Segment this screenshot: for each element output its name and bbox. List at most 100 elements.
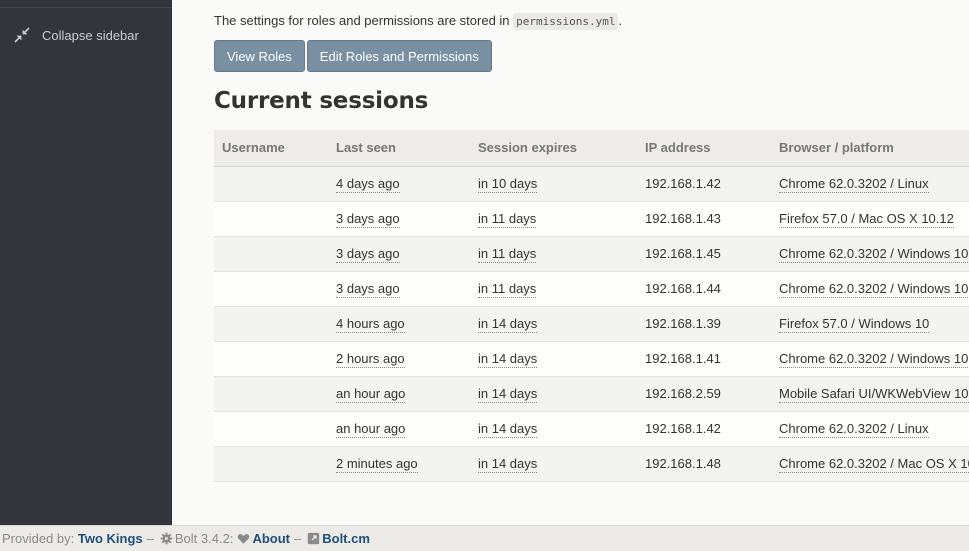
cell-last-seen-text[interactable]: 3 days ago [336, 281, 400, 298]
cell-session-expires: in 11 days [470, 201, 637, 237]
provider-link[interactable]: Two Kings [78, 531, 143, 546]
cell-last-seen-text[interactable]: an hour ago [336, 386, 406, 403]
cell-last-seen-text[interactable]: an hour ago [336, 421, 406, 438]
provided-by-label: Provided by: [2, 531, 75, 546]
heart-icon [237, 532, 250, 545]
cell-last-seen-text[interactable]: 3 days ago [336, 246, 400, 263]
sidebar-divider [0, 7, 172, 8]
column-header-session-expires: Session expires [470, 130, 637, 167]
cell-session-expires: in 14 days [470, 341, 637, 377]
bolt-version: Bolt 3.4.2 [174, 531, 230, 546]
cell-browser-platform: Chrome 62.0.3202 / Mac OS X 10 [771, 446, 969, 482]
sessions-table: Username Last seen Session expires IP addre… [214, 130, 969, 482]
cell-browser-platform: Mobile Safari UI/WKWebView 10 [771, 376, 969, 412]
cell-last-seen-text[interactable]: 2 minutes ago [336, 456, 418, 473]
cell-ip-address: 192.168.2.59 [637, 376, 771, 412]
gear-icon [160, 532, 173, 545]
external-link-icon [307, 532, 320, 545]
column-header-browser-platform: Browser / platform [771, 130, 969, 167]
version-colon: : [229, 531, 234, 546]
cell-session-expires-text[interactable]: in 11 days [478, 246, 537, 263]
cell-browser-platform-text[interactable]: Chrome 62.0.3202 / Windows 10 [779, 351, 969, 368]
footer-separator: – [146, 531, 154, 546]
cell-ip-address-text: 192.168.1.42 [645, 421, 721, 436]
compress-arrows-icon [0, 27, 42, 43]
cell-last-seen-text[interactable]: 4 hours ago [336, 316, 405, 333]
about-link[interactable]: About [252, 531, 290, 546]
cell-last-seen-text[interactable]: 3 days ago [336, 211, 400, 228]
table-row: 3 days ago in 11 days 192.168.1.44 Chrome 6… [214, 271, 969, 307]
cell-username [214, 166, 328, 202]
cell-session-expires-text[interactable]: in 14 days [478, 421, 538, 438]
footer: Provided by: Two Kings – Bolt 3.4.2: Abo… [0, 525, 969, 551]
cell-session-expires-text[interactable]: in 11 days [478, 281, 537, 298]
cell-last-seen-text[interactable]: 4 days ago [336, 176, 400, 193]
cell-last-seen: 4 hours ago [328, 306, 470, 342]
cell-username [214, 341, 328, 377]
cell-ip-address-text: 192.168.1.45 [645, 246, 721, 261]
table-row: 4 hours ago in 14 days 192.168.1.39 Firefox… [214, 306, 969, 342]
roles-buttons: View Roles Edit Roles and Permissions [214, 40, 492, 72]
cell-browser-platform: Firefox 57.0 / Windows 10 [771, 306, 969, 342]
table-row: 4 days ago in 10 days 192.168.1.42 Chrome 6… [214, 166, 969, 202]
cell-browser-platform-text[interactable]: Firefox 57.0 / Mac OS X 10.12 [779, 211, 954, 228]
cell-browser-platform: Chrome 62.0.3202 / Windows 10 [771, 341, 969, 377]
cell-browser-platform-text[interactable]: Firefox 57.0 / Windows 10 [779, 316, 930, 333]
cell-ip-address-text: 192.168.1.39 [645, 316, 721, 331]
cell-last-seen-text[interactable]: 2 hours ago [336, 351, 405, 368]
cell-session-expires: in 14 days [470, 306, 637, 342]
cell-username [214, 201, 328, 237]
main-content: The settings for roles and permissions a… [172, 0, 969, 525]
cell-browser-platform-text[interactable]: Chrome 62.0.3202 / Windows 10 [779, 246, 969, 263]
footer-separator-2: – [294, 531, 302, 546]
bolt-cm-link[interactable]: Bolt.cm [322, 531, 370, 546]
cell-ip-address-text: 192.168.1.42 [645, 176, 721, 191]
cell-browser-platform: Chrome 62.0.3202 / Linux [771, 166, 969, 202]
cell-ip-address-text: 192.168.1.48 [645, 456, 721, 471]
cell-browser-platform: Chrome 62.0.3202 / Linux [771, 411, 969, 447]
sidebar: Collapse sidebar [0, 0, 172, 525]
table-body: 4 days ago in 10 days 192.168.1.42 Chrome 6… [214, 166, 969, 482]
column-header-username: Username [214, 130, 328, 167]
cell-browser-platform-text[interactable]: Chrome 62.0.3202 / Linux [779, 176, 929, 193]
column-header-last-seen: Last seen [328, 130, 470, 167]
cell-session-expires-text[interactable]: in 14 days [478, 351, 538, 368]
cell-ip-address: 192.168.1.44 [637, 271, 771, 307]
cell-browser-platform-text[interactable]: Mobile Safari UI/WKWebView 10 [779, 386, 969, 403]
table-row: 2 hours ago in 14 days 192.168.1.41 Chrome … [214, 341, 969, 377]
cell-browser-platform: Chrome 62.0.3202 / Windows 10 [771, 236, 969, 272]
cell-session-expires-text[interactable]: in 10 days [478, 176, 538, 193]
cell-username [214, 236, 328, 272]
cell-last-seen: 2 hours ago [328, 341, 470, 377]
table-header-row: Username Last seen Session expires IP addre… [214, 130, 969, 167]
column-header-ip-address: IP address [637, 130, 771, 167]
cell-session-expires-text[interactable]: in 11 days [478, 211, 537, 228]
cell-browser-platform-text[interactable]: Chrome 62.0.3202 / Linux [779, 421, 929, 438]
cell-username [214, 411, 328, 447]
edit-roles-button[interactable]: Edit Roles and Permissions [306, 40, 492, 72]
cell-browser-platform-text[interactable]: Chrome 62.0.3202 / Windows 10 [779, 281, 969, 298]
collapse-sidebar-label: Collapse sidebar [42, 27, 139, 43]
cell-session-expires-text[interactable]: in 14 days [478, 386, 538, 403]
cell-session-expires: in 11 days [470, 236, 637, 272]
cell-ip-address-text: 192.168.1.44 [645, 281, 721, 296]
cell-browser-platform-text[interactable]: Chrome 62.0.3202 / Mac OS X 10 [779, 456, 969, 473]
cell-ip-address: 192.168.1.48 [637, 446, 771, 482]
cell-last-seen: 4 days ago [328, 166, 470, 202]
cell-session-expires: in 10 days [470, 166, 637, 202]
page-title: Current sessions [214, 88, 429, 114]
cell-username [214, 376, 328, 412]
cell-session-expires-text[interactable]: in 14 days [478, 316, 538, 333]
collapse-sidebar-button[interactable]: Collapse sidebar [0, 18, 172, 52]
cell-session-expires-text[interactable]: in 14 days [478, 456, 538, 473]
table-row: 3 days ago in 11 days 192.168.1.43 Firefox … [214, 201, 969, 237]
table-row: 3 days ago in 11 days 192.168.1.45 Chrome 6… [214, 236, 969, 272]
cell-session-expires: in 11 days [470, 271, 637, 307]
cell-last-seen: 3 days ago [328, 236, 470, 272]
cell-username [214, 306, 328, 342]
cell-last-seen: an hour ago [328, 411, 470, 447]
view-roles-button[interactable]: View Roles [214, 40, 305, 72]
cell-username [214, 271, 328, 307]
cell-last-seen: 3 days ago [328, 271, 470, 307]
cell-ip-address: 192.168.1.39 [637, 306, 771, 342]
